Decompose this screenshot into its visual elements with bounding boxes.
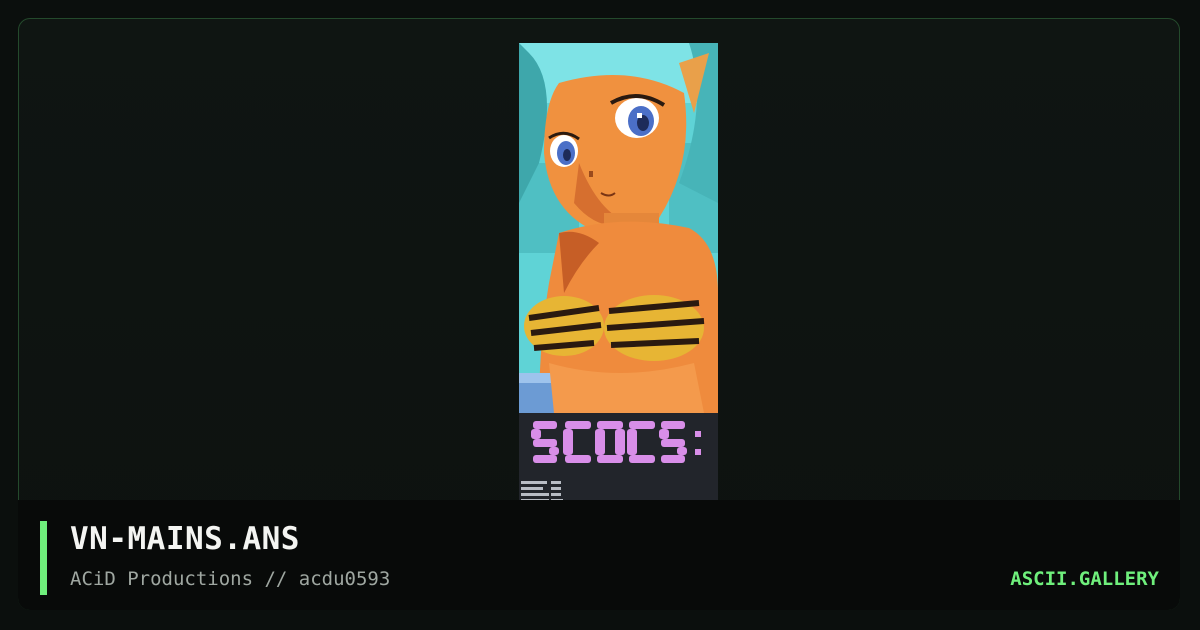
site-brand[interactable]: ASCII.GALLERY: [1010, 568, 1159, 590]
artwork-title: VN-MAINS.ANS: [70, 521, 300, 557]
accent-bar: [40, 521, 47, 595]
artwork-credit: ACiD Productions // acdu0593: [70, 568, 391, 590]
ansi-artwork-image: [519, 43, 718, 519]
info-bar: VN-MAINS.ANS ACiD Productions // acdu059…: [18, 500, 1180, 610]
ansi-artwork: [519, 43, 718, 519]
